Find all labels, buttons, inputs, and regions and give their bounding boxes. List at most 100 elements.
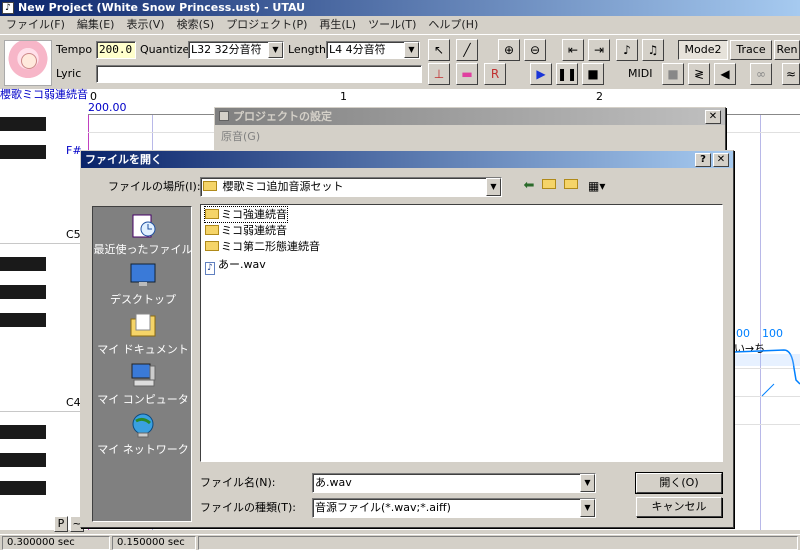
black-key[interactable] xyxy=(0,313,46,327)
chevron-down-icon[interactable]: ▼ xyxy=(404,42,419,58)
look-in-value: 櫻歌ミコ追加音源セット xyxy=(222,180,344,193)
place-recent-label: 最近使ったファイル xyxy=(93,243,193,256)
menu-help[interactable]: ヘルプ(H) xyxy=(422,16,484,34)
black-key[interactable] xyxy=(0,257,46,271)
place-documents-label: マイ ドキュメント xyxy=(97,343,189,356)
tempo-label: Tempo xyxy=(56,43,93,56)
ruler-tempo: 200.00 xyxy=(88,101,127,114)
file-item[interactable]: ミコ第二形態連続音 xyxy=(205,239,320,254)
extra-tool-icon: ≈ xyxy=(785,67,797,81)
pitch-curve[interactable] xyxy=(734,340,800,400)
place-desktop[interactable]: デスクトップ xyxy=(93,261,193,307)
split-note-icon: ♪ xyxy=(623,43,631,57)
length-select[interactable]: L4 4分音符 ▼ xyxy=(326,41,420,59)
speaker-button[interactable]: ◀ xyxy=(714,63,736,85)
menu-tools[interactable]: ツール(T) xyxy=(362,16,422,34)
file-item[interactable]: ミコ弱連続音 xyxy=(205,223,287,238)
stop-button[interactable]: ■ xyxy=(582,63,604,85)
key-divider xyxy=(0,243,88,244)
black-key[interactable] xyxy=(0,145,46,159)
menu-play[interactable]: 再生(L) xyxy=(313,16,362,34)
zoom-in-button[interactable]: ⊕ xyxy=(498,39,520,61)
ren-button[interactable]: Ren xyxy=(774,40,800,60)
quantize-select[interactable]: L32 32分音符 ▼ xyxy=(188,41,284,59)
chevron-down-icon[interactable]: ▼ xyxy=(486,178,501,196)
chevron-down-icon[interactable]: ▼ xyxy=(268,42,283,58)
black-key[interactable] xyxy=(0,117,46,131)
file-item[interactable]: ミコ強連続音 xyxy=(204,206,288,223)
delete-note-icon: ▬ xyxy=(461,67,473,81)
zoom-out-button[interactable]: ⊖ xyxy=(524,39,546,61)
place-computer-label: マイ コンピュータ xyxy=(97,393,189,406)
place-documents[interactable]: マイ ドキュメント xyxy=(93,311,193,357)
up-folder-button[interactable] xyxy=(542,178,560,196)
split-note-button[interactable]: ♪ xyxy=(616,39,638,61)
view-menu-button[interactable]: ▦▾ xyxy=(588,178,612,196)
jump-end-button[interactable]: ⇥ xyxy=(588,39,610,61)
extra-tool-button[interactable]: ≈ xyxy=(782,63,800,85)
menu-file[interactable]: ファイル(F) xyxy=(0,16,71,34)
menu-search[interactable]: 検索(S) xyxy=(171,16,221,34)
look-in-select[interactable]: 櫻歌ミコ追加音源セット ▼ xyxy=(200,177,502,197)
skip-start-icon: ⇤ xyxy=(567,43,579,57)
chevron-down-icon[interactable]: ▼ xyxy=(580,499,595,517)
window-title: New Project (White Snow Princess.ust) - … xyxy=(18,1,306,14)
pause-icon: ❚❚ xyxy=(557,67,578,81)
midi-label: MIDI xyxy=(628,67,653,80)
zoom-out-icon: ⊖ xyxy=(529,43,541,57)
document-icon xyxy=(219,111,229,121)
tempo-input[interactable]: 200.0 xyxy=(96,41,136,59)
place-network[interactable]: マイ ネットワーク xyxy=(93,411,193,457)
close-icon[interactable]: ✕ xyxy=(705,110,721,124)
lyric-label: Lyric xyxy=(56,67,82,80)
new-folder-button[interactable] xyxy=(564,178,584,196)
pencil-tool-button[interactable]: ╱ xyxy=(456,39,478,61)
mode2-button[interactable]: Mode2 xyxy=(678,40,728,60)
up-folder-icon xyxy=(542,179,556,189)
menu-project[interactable]: プロジェクト(P) xyxy=(220,16,313,34)
status-empty xyxy=(198,536,798,550)
recent-files-icon xyxy=(132,214,156,238)
menu-edit[interactable]: 編集(E) xyxy=(71,16,121,34)
trace-button[interactable]: Trace xyxy=(730,40,772,60)
jump-start-button[interactable]: ⇤ xyxy=(562,39,584,61)
select-tool-button[interactable]: ↖ xyxy=(428,39,450,61)
delete-note-button[interactable]: ▬ xyxy=(456,63,478,85)
loop-icon: ≷ xyxy=(693,67,705,81)
folder-icon xyxy=(205,241,219,251)
cancel-button[interactable]: キャンセル xyxy=(636,497,722,517)
track-p-button[interactable]: P xyxy=(54,516,68,532)
note-number: 100 xyxy=(762,327,783,340)
midi-record-button[interactable]: ■ xyxy=(662,63,684,85)
help-icon[interactable]: ? xyxy=(695,153,711,167)
skip-end-icon: ⇥ xyxy=(593,43,605,57)
rest-note-button[interactable]: R xyxy=(484,63,506,85)
filename-input[interactable]: あ.wav ▼ xyxy=(312,473,596,493)
filetype-value: 音源ファイル(*.wav;*.aiff) xyxy=(315,501,451,514)
place-computer[interactable]: マイ コンピュータ xyxy=(93,361,193,407)
place-recent[interactable]: 最近使ったファイル xyxy=(93,211,193,257)
pause-button[interactable]: ❚❚ xyxy=(556,63,578,85)
black-key[interactable] xyxy=(0,481,46,495)
file-list[interactable]: ミコ強連続音 ミコ弱連続音 ミコ第二形態連続音 ♪ あー.wav xyxy=(200,204,723,462)
file-item[interactable]: ♪ あー.wav xyxy=(205,257,266,275)
back-button[interactable]: ⬅ xyxy=(520,178,538,196)
desktop-icon xyxy=(130,263,156,286)
menu-view[interactable]: 表示(V) xyxy=(120,16,170,34)
close-icon[interactable]: ✕ xyxy=(713,153,729,167)
midi-loop-button[interactable]: ≷ xyxy=(688,63,710,85)
merge-note-button[interactable]: ♫ xyxy=(642,39,664,61)
black-key[interactable] xyxy=(0,285,46,299)
voicebank-avatar[interactable] xyxy=(4,40,52,86)
filetype-select[interactable]: 音源ファイル(*.wav;*.aiff) ▼ xyxy=(312,498,596,518)
chevron-down-icon[interactable]: ▼ xyxy=(580,474,595,492)
midi-sync-button[interactable]: ∞ xyxy=(750,63,772,85)
insert-note-button[interactable]: ⊥ xyxy=(428,63,450,85)
black-key[interactable] xyxy=(0,453,46,467)
play-button[interactable]: ▶ xyxy=(530,63,552,85)
open-button[interactable]: 開く(O) xyxy=(635,472,723,494)
view-grid-icon: ▦▾ xyxy=(588,179,606,193)
voicebank-header: 櫻歌ミコ弱連続音 xyxy=(0,89,88,115)
lyric-input[interactable] xyxy=(96,65,422,83)
black-key[interactable] xyxy=(0,425,46,439)
